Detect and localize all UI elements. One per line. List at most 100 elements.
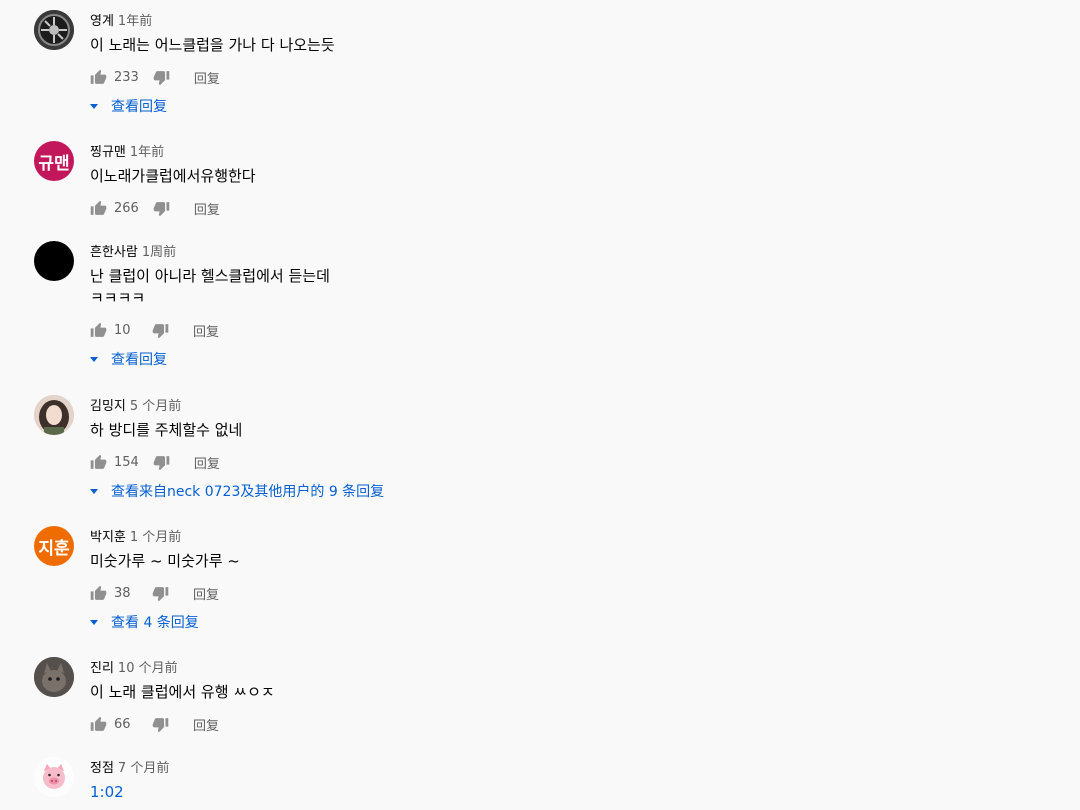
comment-header: 박지훈 1 个月前 xyxy=(90,526,181,545)
view-replies-label: 查看来自neck 0723及其他用户的 9 条回复 xyxy=(111,484,385,500)
comment-actions: 10 回复 xyxy=(90,321,219,340)
reply-button[interactable]: 回复 xyxy=(194,453,220,472)
view-replies-button[interactable]: 查看 4 条回复 xyxy=(90,612,199,632)
comment-header: 진리 10 个月前 xyxy=(90,657,178,676)
thumbs-up-icon xyxy=(90,200,107,215)
comment-text: 난 클럽이 아니라 헬스클럽에서 듣는데 ㅋㅋㅋㅋ xyxy=(90,265,330,309)
like-count: 66 xyxy=(114,716,131,732)
like-button[interactable] xyxy=(90,200,107,217)
like-button[interactable] xyxy=(90,585,107,602)
thumbs-down-icon xyxy=(153,201,170,216)
comments-section: 영계 1年前 이 노래는 어느클럽을 가나 다 나오는듯 233 回复 查看回复 … xyxy=(0,0,1080,810)
avatar-letters: 지훈 xyxy=(38,538,70,559)
view-replies-button[interactable]: 查看回复 xyxy=(90,349,167,369)
comment-actions: 233 回复 xyxy=(90,68,220,87)
comment-actions: 154 回复 xyxy=(90,453,220,472)
like-button[interactable] xyxy=(90,716,107,733)
thumbs-up-icon xyxy=(90,454,107,469)
thumbs-down-icon xyxy=(153,455,170,470)
comment-text-line: 난 클럽이 아니라 헬스클럽에서 듣는데 xyxy=(90,267,330,285)
comment-time[interactable]: 1年前 xyxy=(130,145,164,160)
reply-button[interactable]: 回复 xyxy=(194,68,220,87)
comment-actions: 266 回复 xyxy=(90,199,220,218)
like-button[interactable] xyxy=(90,69,107,86)
like-button[interactable] xyxy=(90,322,107,339)
author-name[interactable]: 박지훈 xyxy=(90,530,126,545)
like-count: 38 xyxy=(114,585,131,601)
avatar[interactable]: 지훈 xyxy=(34,526,74,566)
reply-button[interactable]: 回复 xyxy=(193,715,219,734)
dislike-button[interactable] xyxy=(153,200,170,217)
comment-header: 김밍지 5 个月前 xyxy=(90,395,181,414)
dislike-button[interactable] xyxy=(152,716,169,733)
comment-text-line: ㅋㅋㅋㅋ xyxy=(90,289,146,307)
comment-header: 정점 7 个月前 xyxy=(90,757,169,776)
caret-down-icon xyxy=(90,103,98,109)
comment-text-line: 이 노래 클럽에서 유행 ㅆㅇㅈ xyxy=(90,683,275,701)
dislike-button[interactable] xyxy=(152,585,169,602)
comment-text-line: 이노래가클럽에서유행한다 xyxy=(90,167,256,185)
thumbs-up-icon xyxy=(90,585,107,600)
comment-text: 미숫가루 ~ 미숫가루 ~ xyxy=(90,550,240,572)
comment-time[interactable]: 1年前 xyxy=(118,14,152,29)
author-name[interactable]: 진리 xyxy=(90,661,114,676)
comment-text: 이노래가클럽에서유행한다 xyxy=(90,165,256,187)
caret-down-icon xyxy=(90,356,98,362)
comment-time[interactable]: 5 个月前 xyxy=(130,399,181,414)
like-count: 266 xyxy=(114,200,139,216)
pig-icon xyxy=(34,757,74,797)
wheel-photo-icon xyxy=(34,10,74,50)
thumbs-up-icon xyxy=(90,69,107,84)
cat-photo-icon xyxy=(34,657,74,697)
author-name[interactable]: 흔한사람 xyxy=(90,245,138,260)
comment-text: 1:02 xyxy=(90,781,124,803)
comment-text: 하 방디를 주체할수 없네 xyxy=(90,419,242,441)
avatar[interactable] xyxy=(34,10,74,50)
comment-time[interactable]: 1 个月前 xyxy=(130,530,181,545)
comment-text-line: 미숫가루 ~ 미숫가루 ~ xyxy=(90,552,240,570)
dislike-button[interactable] xyxy=(153,69,170,86)
thumbs-down-icon xyxy=(152,323,169,338)
thumbs-down-icon xyxy=(152,586,169,601)
dislike-button[interactable] xyxy=(153,454,170,471)
view-replies-label: 查看回复 xyxy=(111,99,167,115)
like-count: 154 xyxy=(114,454,139,470)
view-replies-label: 查看 4 条回复 xyxy=(111,615,199,631)
author-name[interactable]: 김밍지 xyxy=(90,399,126,414)
avatar[interactable] xyxy=(34,657,74,697)
dislike-button[interactable] xyxy=(152,322,169,339)
comment-time[interactable]: 7 个月前 xyxy=(118,761,169,776)
avatar[interactable] xyxy=(34,395,74,435)
view-replies-button[interactable]: 查看来自neck 0723及其他用户的 9 条回复 xyxy=(90,481,384,501)
timestamp-link[interactable]: 1:02 xyxy=(90,781,124,803)
thumbs-up-icon xyxy=(90,322,107,337)
reply-button[interactable]: 回复 xyxy=(193,584,219,603)
view-replies-label: 查看回复 xyxy=(111,352,167,368)
comment-text-line: 이 노래는 어느클럽을 가나 다 나오는듯 xyxy=(90,36,335,54)
comment-actions: 38 回复 xyxy=(90,584,219,603)
profile-photo-icon xyxy=(34,395,74,435)
like-count: 10 xyxy=(114,322,131,338)
author-name[interactable]: 영계 xyxy=(90,14,114,29)
avatar-letters: 규맨 xyxy=(38,153,70,174)
like-button[interactable] xyxy=(90,454,107,471)
view-replies-button[interactable]: 查看回复 xyxy=(90,96,167,116)
comment-header: 찡규맨 1年前 xyxy=(90,141,164,160)
comment-time[interactable]: 1周前 xyxy=(142,245,176,260)
thumbs-down-icon xyxy=(152,717,169,732)
reply-button[interactable]: 回复 xyxy=(194,199,220,218)
comment-text-line: 하 방디를 주체할수 없네 xyxy=(90,421,243,439)
reply-button[interactable]: 回复 xyxy=(193,321,219,340)
thumbs-down-icon xyxy=(153,70,170,85)
comment-text: 이 노래 클럽에서 유행 ㅆㅇㅈ xyxy=(90,681,275,703)
caret-down-icon xyxy=(90,488,98,494)
comment-actions: 66 回复 xyxy=(90,715,219,734)
avatar[interactable] xyxy=(34,757,74,797)
comment-header: 영계 1年前 xyxy=(90,10,152,29)
avatar[interactable]: 규맨 xyxy=(34,141,74,181)
comment-time[interactable]: 10 个月前 xyxy=(118,661,178,676)
avatar[interactable] xyxy=(34,241,74,281)
author-name[interactable]: 찡규맨 xyxy=(90,145,126,160)
thumbs-up-icon xyxy=(90,716,107,731)
author-name[interactable]: 정점 xyxy=(90,761,114,776)
